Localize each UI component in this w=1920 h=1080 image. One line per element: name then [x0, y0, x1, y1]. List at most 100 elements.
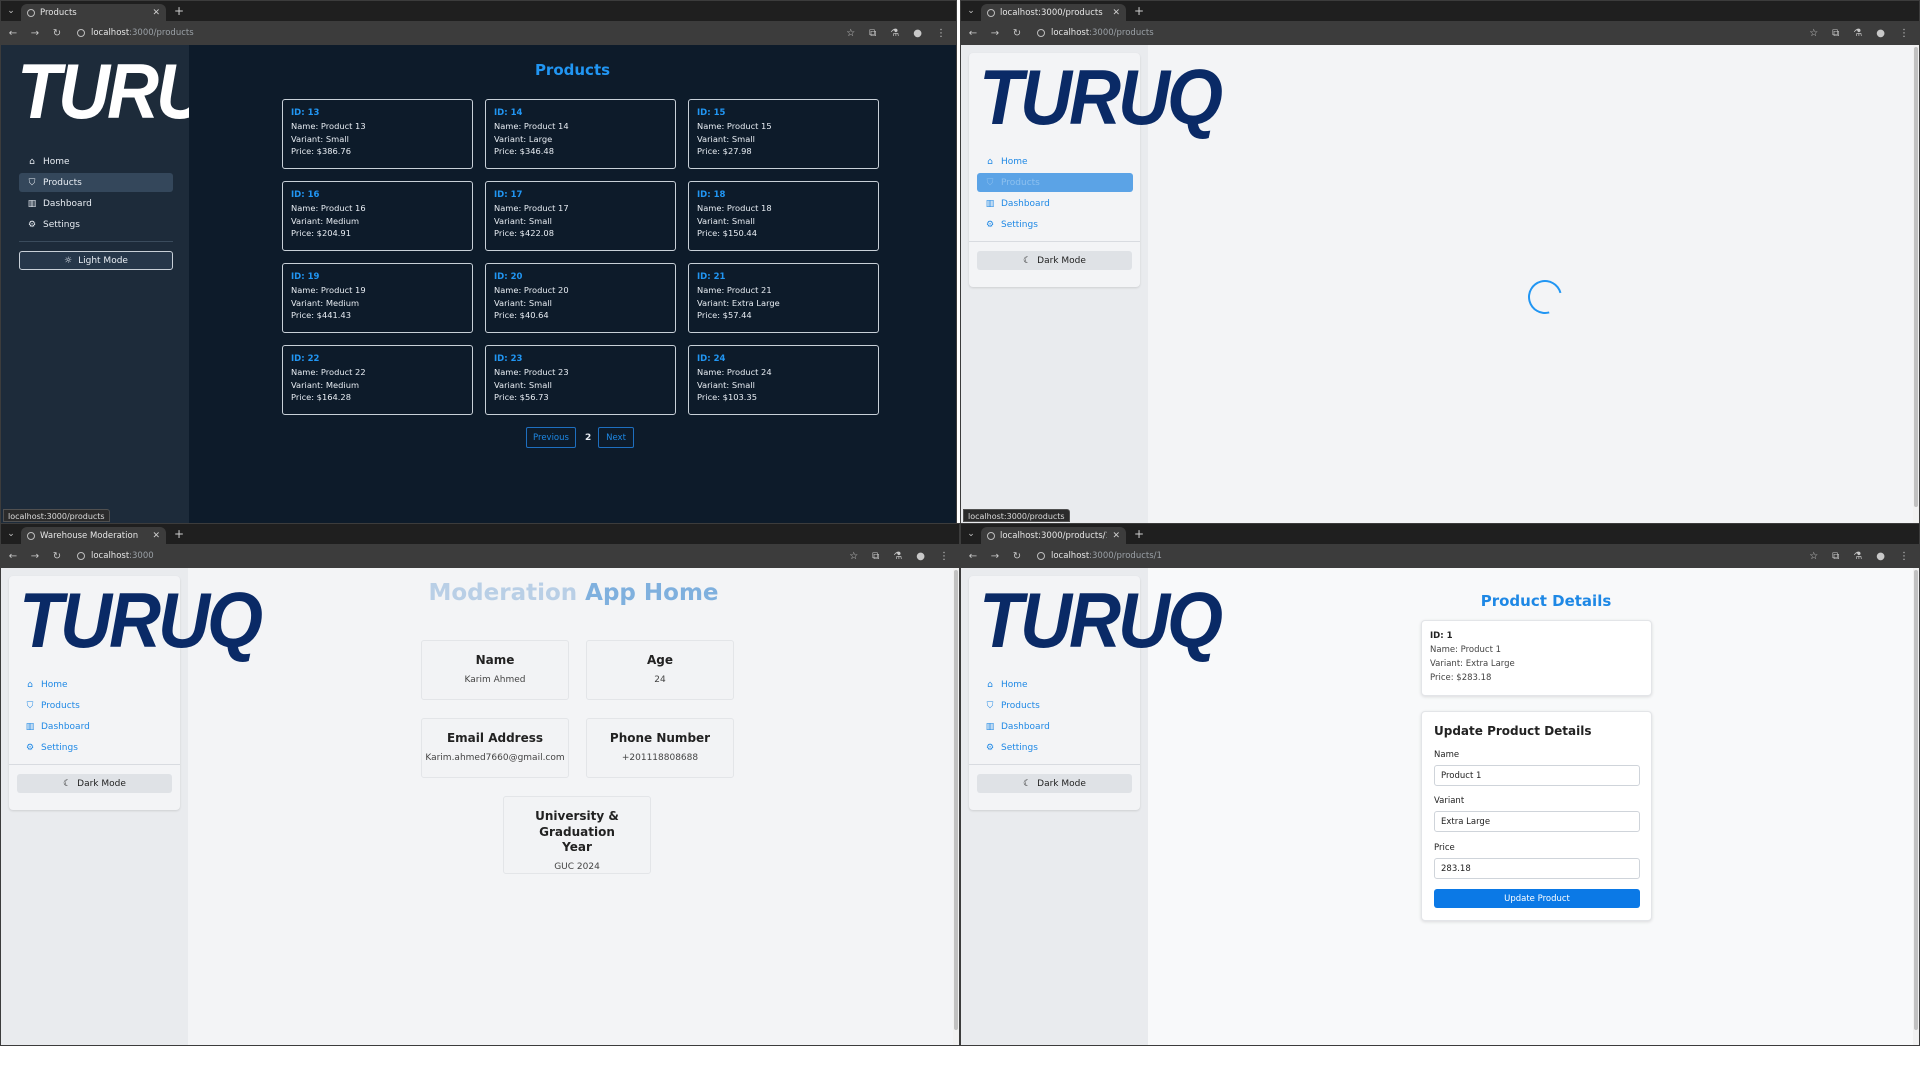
- forward-icon[interactable]: →: [989, 28, 1001, 39]
- tab-search-icon[interactable]: ⌄: [1, 524, 21, 544]
- lab-flask-icon[interactable]: ⚗: [893, 551, 902, 562]
- bookmark-star-icon[interactable]: ☆: [846, 28, 855, 39]
- sidebar-item-dashboard[interactable]: ▥ Dashboard: [977, 717, 1133, 736]
- forward-icon[interactable]: →: [989, 551, 1001, 562]
- sidebar-item-products[interactable]: ⛉ Products: [977, 173, 1133, 192]
- update-product-button[interactable]: Update Product: [1434, 889, 1640, 908]
- address-bar[interactable]: localhost:3000/products: [1033, 24, 1799, 42]
- product-card[interactable]: ID: 20 Name: Product 20 Variant: Small Pric…: [485, 263, 676, 333]
- sidebar-item-products[interactable]: ⛉ Products: [17, 696, 173, 715]
- reload-icon[interactable]: ↻: [1011, 551, 1023, 562]
- extensions-icon[interactable]: ⧉: [872, 551, 879, 562]
- menu-icon[interactable]: ⋮: [939, 551, 949, 562]
- scrollbar[interactable]: [953, 568, 959, 1045]
- back-icon[interactable]: ←: [7, 551, 19, 562]
- tab-localhost-products[interactable]: localhost:3000/products ✕: [981, 4, 1126, 21]
- sidebar-item-settings[interactable]: ⚙ Settings: [17, 738, 173, 757]
- sidebar-item-home[interactable]: ⌂ Home: [19, 152, 173, 171]
- tab-products[interactable]: Products ✕: [21, 4, 166, 21]
- reload-icon[interactable]: ↻: [51, 28, 63, 39]
- bookmark-star-icon[interactable]: ☆: [1809, 28, 1818, 39]
- address-bar[interactable]: localhost:3000: [73, 547, 839, 565]
- sidebar-item-products[interactable]: ⛉ Products: [977, 696, 1133, 715]
- profile-icon[interactable]: ●: [913, 28, 922, 39]
- sidebar-item-products[interactable]: ⛉ Products: [19, 173, 173, 192]
- menu-icon[interactable]: ⋮: [1899, 551, 1909, 562]
- product-card[interactable]: ID: 24 Name: Product 24 Variant: Small Pric…: [688, 345, 879, 415]
- product-card[interactable]: ID: 19 Name: Product 19 Variant: Medium Pri…: [282, 263, 473, 333]
- name-field[interactable]: Product 1: [1434, 765, 1640, 786]
- forward-icon[interactable]: →: [29, 28, 41, 39]
- lab-flask-icon[interactable]: ⚗: [890, 28, 899, 39]
- new-tab-icon[interactable]: +: [174, 524, 184, 544]
- product-card[interactable]: ID: 13 Name: Product 13 Variant: Small Pric…: [282, 99, 473, 169]
- tab-search-icon[interactable]: ⌄: [961, 1, 981, 21]
- bookmark-star-icon[interactable]: ☆: [849, 551, 858, 562]
- sidebar-item-settings[interactable]: ⚙ Settings: [977, 215, 1133, 234]
- address-bar[interactable]: localhost:3000/products: [73, 24, 836, 42]
- new-tab-icon[interactable]: +: [1134, 1, 1144, 21]
- tab-warehouse-moderation[interactable]: Warehouse Moderation ✕: [21, 527, 166, 544]
- lab-flask-icon[interactable]: ⚗: [1853, 551, 1862, 562]
- extensions-icon[interactable]: ⧉: [1832, 28, 1839, 39]
- sidebar-item-dashboard[interactable]: ▥ Dashboard: [17, 717, 173, 736]
- close-tab-icon[interactable]: ✕: [1112, 8, 1120, 18]
- product-card[interactable]: ID: 18 Name: Product 18 Variant: Small Pric…: [688, 181, 879, 251]
- extensions-icon[interactable]: ⧉: [869, 28, 876, 39]
- sidebar-item-dashboard[interactable]: ▥ Dashboard: [977, 194, 1133, 213]
- menu-icon[interactable]: ⋮: [936, 28, 946, 39]
- product-card[interactable]: ID: 14 Name: Product 14 Variant: Large Pric…: [485, 99, 676, 169]
- close-tab-icon[interactable]: ✕: [1112, 531, 1120, 541]
- back-icon[interactable]: ←: [7, 28, 19, 39]
- address-bar[interactable]: localhost:3000/products/1: [1033, 547, 1799, 565]
- close-tab-icon[interactable]: ✕: [152, 531, 160, 541]
- lab-flask-icon[interactable]: ⚗: [1853, 28, 1862, 39]
- scrollbar-thumb[interactable]: [954, 570, 958, 1030]
- dark-mode-button[interactable]: ☾ Dark Mode: [17, 774, 172, 793]
- product-card[interactable]: ID: 17 Name: Product 17 Variant: Small Pric…: [485, 181, 676, 251]
- reload-icon[interactable]: ↻: [1011, 28, 1023, 39]
- sidebar-item-settings[interactable]: ⚙ Settings: [19, 215, 173, 234]
- new-tab-icon[interactable]: +: [1134, 524, 1144, 544]
- sidebar-item-settings[interactable]: ⚙ Settings: [977, 738, 1133, 757]
- product-card[interactable]: ID: 23 Name: Product 23 Variant: Small Pric…: [485, 345, 676, 415]
- previous-button[interactable]: Previous: [526, 427, 576, 448]
- dark-mode-button[interactable]: ☾ Dark Mode: [977, 774, 1132, 793]
- profile-icon[interactable]: ●: [916, 551, 925, 562]
- sidebar-item-dashboard[interactable]: ▥ Dashboard: [19, 194, 173, 213]
- price-field[interactable]: 283.18: [1434, 858, 1640, 879]
- sidebar-item-home[interactable]: ⌂ Home: [977, 675, 1133, 694]
- back-icon[interactable]: ←: [967, 28, 979, 39]
- new-tab-icon[interactable]: +: [174, 1, 184, 21]
- sidebar-item-home[interactable]: ⌂ Home: [977, 152, 1133, 171]
- product-card[interactable]: ID: 22 Name: Product 22 Variant: Medium Pri…: [282, 345, 473, 415]
- product-card[interactable]: ID: 21 Name: Product 21 Variant: Extra Lar…: [688, 263, 879, 333]
- light-mode-button[interactable]: ☼ Light Mode: [19, 251, 173, 270]
- scrollbar-thumb[interactable]: [1914, 570, 1918, 1030]
- site-info-icon[interactable]: [77, 29, 85, 37]
- close-tab-icon[interactable]: ✕: [152, 8, 160, 18]
- profile-icon[interactable]: ●: [1876, 551, 1885, 562]
- tab-search-icon[interactable]: ⌄: [1, 1, 21, 21]
- site-info-icon[interactable]: [1037, 29, 1045, 37]
- menu-icon[interactable]: ⋮: [1899, 28, 1909, 39]
- dark-mode-button[interactable]: ☾ Dark Mode: [977, 251, 1132, 270]
- profile-icon[interactable]: ●: [1876, 28, 1885, 39]
- product-card[interactable]: ID: 16 Name: Product 16 Variant: Medium Pri…: [282, 181, 473, 251]
- tab-localhost-product-1[interactable]: localhost:3000/products/1 ✕: [981, 527, 1126, 544]
- extensions-icon[interactable]: ⧉: [1832, 551, 1839, 562]
- sidebar-item-home[interactable]: ⌂ Home: [17, 675, 173, 694]
- next-button[interactable]: Next: [598, 427, 634, 448]
- scrollbar-thumb[interactable]: [1914, 47, 1918, 507]
- product-card[interactable]: ID: 15 Name: Product 15 Variant: Small Pric…: [688, 99, 879, 169]
- site-info-icon[interactable]: [77, 552, 85, 560]
- back-icon[interactable]: ←: [967, 551, 979, 562]
- site-info-icon[interactable]: [1037, 552, 1045, 560]
- bookmark-star-icon[interactable]: ☆: [1809, 551, 1818, 562]
- forward-icon[interactable]: →: [29, 551, 41, 562]
- scrollbar[interactable]: [1913, 45, 1919, 523]
- variant-field[interactable]: Extra Large: [1434, 811, 1640, 832]
- tab-search-icon[interactable]: ⌄: [961, 524, 981, 544]
- reload-icon[interactable]: ↻: [51, 551, 63, 562]
- scrollbar[interactable]: [1913, 568, 1919, 1045]
